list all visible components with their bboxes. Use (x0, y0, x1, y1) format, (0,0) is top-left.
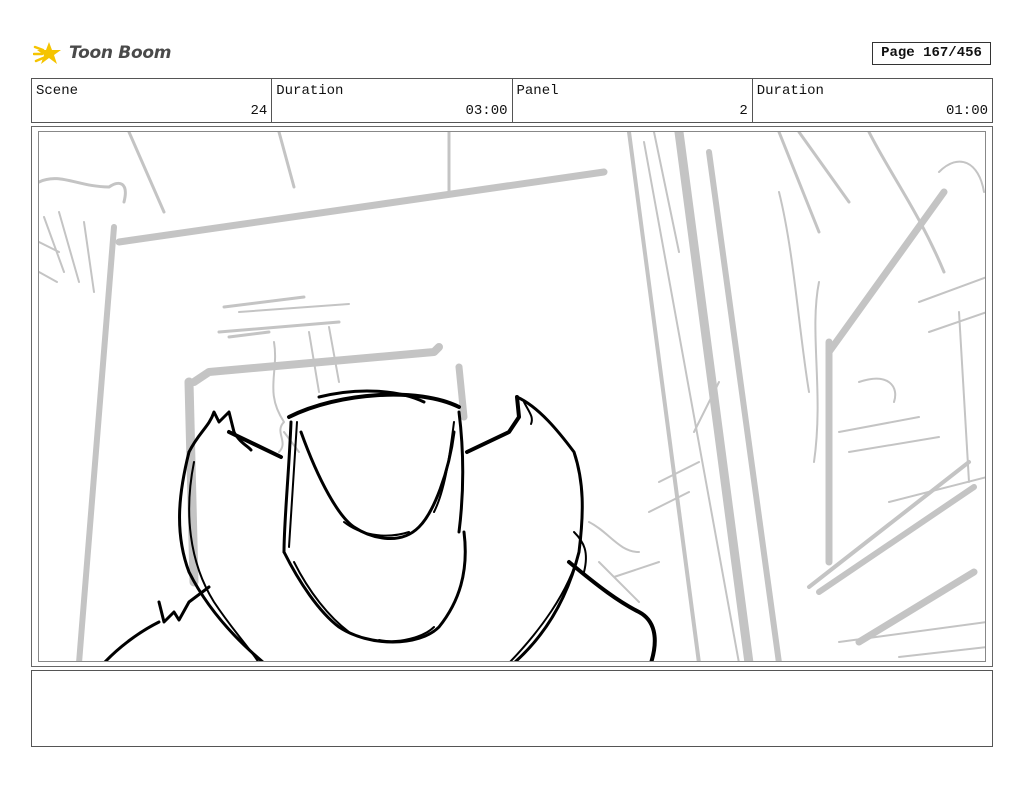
panel-duration-label: Duration (756, 83, 824, 99)
panel-duration-value: 01:00 (945, 103, 988, 119)
panel-value: 2 (739, 103, 748, 119)
page-number: Page 167/456 (872, 42, 991, 65)
logo-text: Toon Boom (69, 43, 172, 63)
header-table: Scene 24 Duration 03:00 Panel 2 Duration… (31, 78, 993, 123)
scene-duration-value: 03:00 (465, 103, 508, 119)
scene-label: Scene (36, 83, 79, 99)
scene-cell: Scene 24 (32, 79, 273, 122)
panel-label: Panel (516, 83, 559, 99)
scene-value: 24 (250, 103, 268, 119)
scene-duration-label: Duration (276, 83, 344, 99)
scene-duration-cell: Duration 03:00 (272, 79, 513, 122)
panel-duration-cell: Duration 01:00 (753, 79, 992, 122)
toon-boom-logo: Toon Boom (33, 36, 171, 70)
storyboard-sketch-image (39, 132, 985, 661)
panel-image-area (38, 131, 986, 662)
panel-cell: Panel 2 (513, 79, 753, 122)
panel-frame (31, 126, 993, 667)
toon-boom-star-icon (33, 42, 61, 64)
notes-box (31, 670, 993, 747)
